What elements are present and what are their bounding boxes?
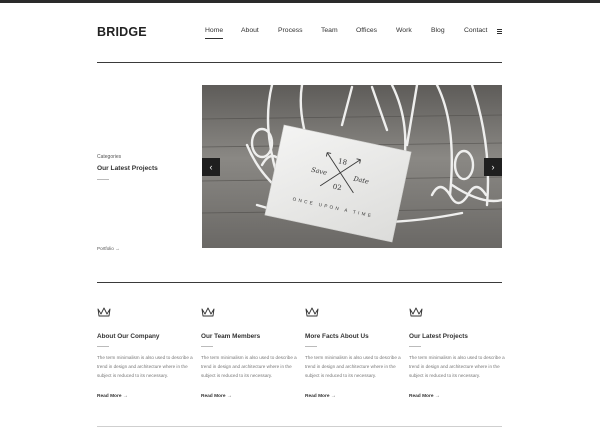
feature-underline bbox=[201, 346, 213, 347]
hero-photo: 18 02 Save Date ONCE UPON A TIME bbox=[202, 85, 502, 248]
chevron-right-icon[interactable]: › bbox=[484, 158, 502, 176]
main-nav: Home About Process Team Offices Work Blo… bbox=[0, 27, 600, 41]
read-more-link[interactable]: Read More → bbox=[201, 394, 232, 399]
nav-item-offices[interactable]: Offices bbox=[356, 27, 377, 34]
hamburger-icon[interactable] bbox=[497, 29, 502, 34]
nav-item-home[interactable]: Home bbox=[205, 27, 224, 39]
feature-text: The term minimalism is also used to desc… bbox=[305, 355, 401, 378]
nav-item-work[interactable]: Work bbox=[396, 27, 412, 34]
footer-divider bbox=[97, 426, 502, 427]
chevron-left-icon[interactable]: ‹ bbox=[202, 158, 220, 176]
read-more-link[interactable]: Read More → bbox=[305, 394, 336, 399]
read-more-link[interactable]: Read More → bbox=[97, 394, 128, 399]
feature-column-facts: More Facts About Us The term minimalism … bbox=[305, 306, 405, 399]
hero-slider[interactable]: 18 02 Save Date ONCE UPON A TIME ‹ › bbox=[202, 85, 502, 248]
content-divider bbox=[97, 282, 502, 283]
nav-item-blog[interactable]: Blog bbox=[431, 27, 445, 34]
feature-title: About Our Company bbox=[97, 333, 160, 340]
feature-underline bbox=[409, 346, 421, 347]
crown-icon bbox=[97, 307, 111, 317]
feature-text: The term minimalism is also used to desc… bbox=[409, 355, 505, 378]
feature-title: Our Latest Projects bbox=[409, 333, 468, 340]
feature-underline bbox=[97, 346, 109, 347]
feature-title: Our Team Members bbox=[201, 333, 261, 340]
section-title: Our Latest Projects bbox=[97, 165, 158, 172]
feature-underline bbox=[305, 346, 317, 347]
nav-item-contact[interactable]: Contact bbox=[464, 27, 487, 34]
header-divider bbox=[97, 62, 502, 63]
feature-column-team: Our Team Members The term minimalism is … bbox=[201, 306, 301, 399]
feature-column-company: About Our Company The term minimalism is… bbox=[97, 306, 197, 399]
nav-item-team[interactable]: Team bbox=[321, 27, 338, 34]
nav-item-process[interactable]: Process bbox=[278, 27, 303, 34]
crown-icon bbox=[305, 307, 319, 317]
nav-item-about[interactable]: About bbox=[241, 27, 259, 34]
crown-icon bbox=[409, 307, 423, 317]
feature-column-projects: Our Latest Projects The term minimalism … bbox=[409, 306, 509, 399]
feature-text: The term minimalism is also used to desc… bbox=[97, 355, 193, 378]
title-underline bbox=[97, 179, 109, 180]
category-label: Categories bbox=[97, 154, 122, 160]
feature-title: More Facts About Us bbox=[305, 333, 369, 340]
portfolio-link[interactable]: Portfolio → bbox=[97, 246, 120, 251]
read-more-link[interactable]: Read More → bbox=[409, 394, 440, 399]
feature-text: The term minimalism is also used to desc… bbox=[201, 355, 297, 378]
top-border bbox=[0, 0, 600, 3]
crown-icon bbox=[201, 307, 215, 317]
